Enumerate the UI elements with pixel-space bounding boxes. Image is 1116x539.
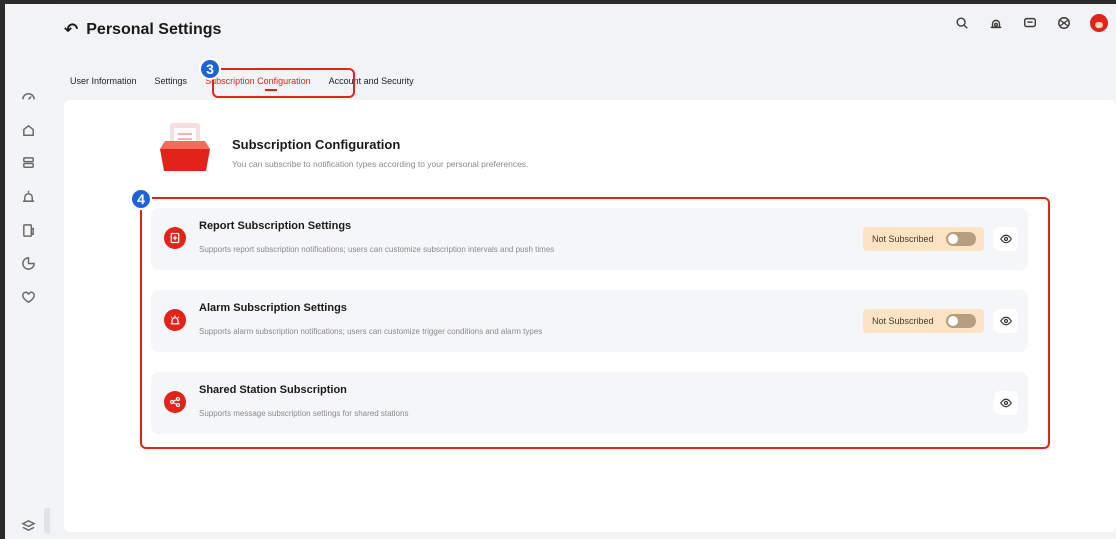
subscription-item-report: Report Subscription Settings Supports re… xyxy=(151,208,1028,270)
view-details-button[interactable] xyxy=(994,309,1018,333)
view-details-button[interactable] xyxy=(994,227,1018,251)
subscription-illustration xyxy=(160,123,210,171)
report-icon[interactable] xyxy=(20,222,36,238)
subscription-description: Supports alarm subscription notification… xyxy=(199,327,543,336)
statistics-icon[interactable] xyxy=(20,255,36,271)
subscription-title: Report Subscription Settings xyxy=(199,220,352,232)
subscription-toggle[interactable] xyxy=(946,232,976,246)
alarm-icon xyxy=(164,309,186,331)
health-icon[interactable] xyxy=(20,289,36,305)
section-description: You can subscribe to notification types … xyxy=(232,159,529,169)
eye-icon xyxy=(1000,398,1012,408)
main-content: ↶ Personal Settings User Information Set… xyxy=(50,4,1116,539)
back-icon[interactable]: ↶ xyxy=(64,20,78,40)
step-badge-3: 3 xyxy=(199,58,221,80)
device-list-icon[interactable] xyxy=(20,154,36,170)
sidebar xyxy=(5,4,50,539)
share-icon xyxy=(164,391,186,413)
subscription-item-shared-station: Shared Station Subscription Supports mes… xyxy=(151,372,1028,434)
status-text: Not Subscribed xyxy=(872,316,934,326)
subscription-card: Subscription Configuration You can subsc… xyxy=(64,100,1116,532)
tab-settings[interactable]: Settings xyxy=(155,76,188,86)
layers-icon[interactable] xyxy=(20,517,36,533)
eye-icon xyxy=(1000,316,1012,326)
language-icon[interactable] xyxy=(1056,15,1072,31)
subscription-title: Shared Station Subscription xyxy=(199,384,347,396)
subscription-title: Alarm Subscription Settings xyxy=(199,302,347,314)
eye-icon xyxy=(1000,234,1012,244)
alarm-icon[interactable] xyxy=(20,188,36,204)
subscription-toggle[interactable] xyxy=(946,314,976,328)
page-title: Personal Settings xyxy=(86,21,222,38)
view-details-button[interactable] xyxy=(994,391,1018,415)
status-badge: Not Subscribed xyxy=(863,227,984,251)
subscription-description: Supports message subscription settings f… xyxy=(199,409,409,418)
subscription-item-alarm: Alarm Subscription Settings Supports ala… xyxy=(151,290,1028,352)
avatar[interactable] xyxy=(1090,14,1108,32)
subscription-description: Supports report subscription notificatio… xyxy=(199,245,555,254)
status-text: Not Subscribed xyxy=(872,234,934,244)
topbar xyxy=(954,14,1108,32)
page-header: ↶ Personal Settings xyxy=(64,20,221,40)
search-icon[interactable] xyxy=(954,15,970,31)
message-icon[interactable] xyxy=(1022,15,1038,31)
status-badge: Not Subscribed xyxy=(863,309,984,333)
report-icon xyxy=(164,227,186,249)
section-title: Subscription Configuration xyxy=(232,137,401,152)
home-icon[interactable] xyxy=(20,122,36,138)
tab-highlight-box xyxy=(212,68,355,98)
tab-user-information[interactable]: User Information xyxy=(70,76,137,86)
dashboard-icon[interactable] xyxy=(20,88,36,104)
step-badge-4: 4 xyxy=(130,188,152,210)
alarm-bell-icon[interactable] xyxy=(988,15,1004,31)
